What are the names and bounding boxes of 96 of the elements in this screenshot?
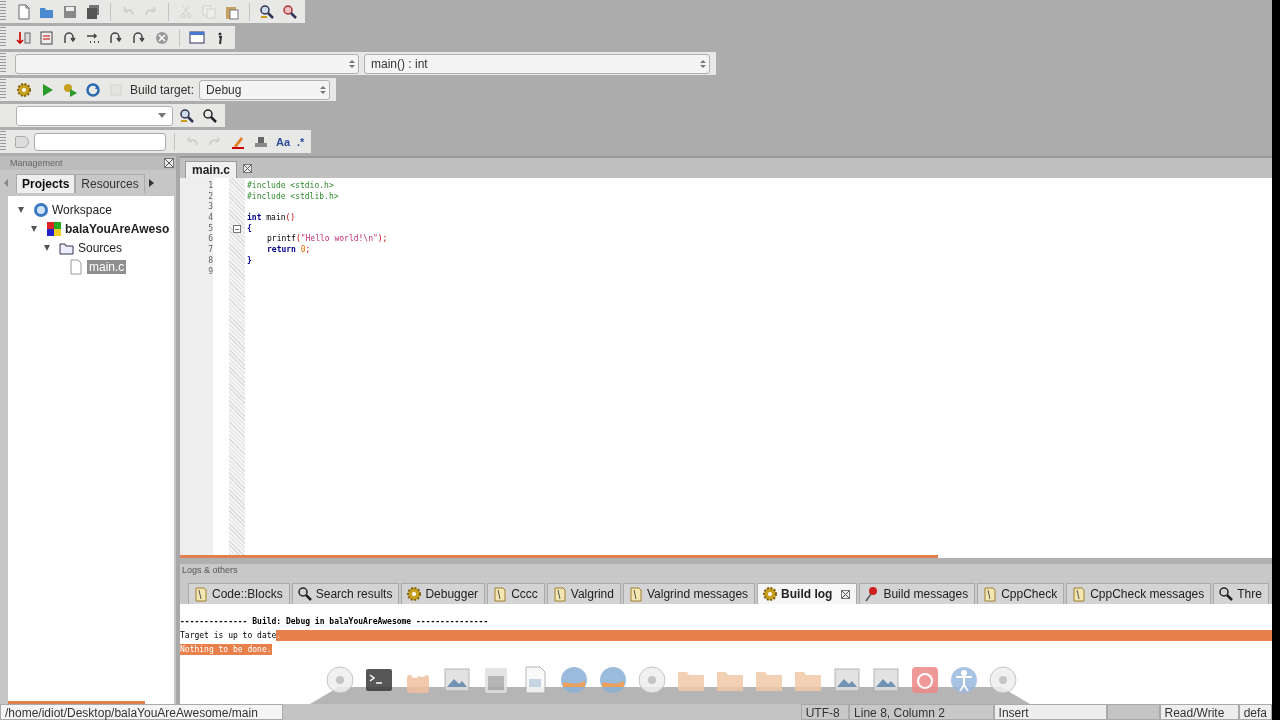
- note-icon: [492, 586, 509, 602]
- note-icon: [627, 586, 644, 602]
- scrollbar[interactable]: [180, 555, 938, 558]
- toolbar-button[interactable]: Aa: [275, 131, 292, 152]
- line-number: 1: [207, 181, 213, 192]
- symbol-dropdown[interactable]: main() : int: [364, 53, 710, 74]
- file-path: /home/idiot/Desktop/balaYouAreAwesome/main: [0, 704, 283, 720]
- disc-icon[interactable]: [325, 665, 355, 695]
- tab[interactable]: Valgrind messages: [622, 583, 756, 604]
- toolbar-grip[interactable]: [0, 53, 6, 74]
- tag-icon[interactable]: [15, 135, 29, 148]
- toolbar-grip[interactable]: [0, 131, 6, 152]
- close-icon[interactable]: [164, 158, 174, 168]
- tab[interactable]: Code::Blocks: [188, 583, 290, 604]
- spinner-icon[interactable]: [349, 59, 355, 68]
- line-number: 3: [207, 202, 213, 213]
- code-line: #include <stdlib.h>: [247, 191, 339, 201]
- panel-title: Logs & others: [181, 564, 239, 577]
- tab[interactable]: Cccc: [487, 583, 545, 604]
- power-icon[interactable]: [910, 665, 940, 695]
- status-field: defa: [1238, 704, 1272, 720]
- log-text: Nothing to be done.: [180, 644, 272, 655]
- toolbar-grip[interactable]: [0, 79, 6, 100]
- code-line: printf("Hello world!\n");: [267, 234, 388, 244]
- scope-dropdown[interactable]: [14, 53, 359, 74]
- gear-icon: [406, 586, 423, 602]
- tab[interactable]: Search results: [291, 583, 400, 604]
- toolbar-grip[interactable]: [0, 1, 6, 22]
- spinner-icon[interactable]: [320, 85, 327, 94]
- tab[interactable]: Debugger: [401, 583, 486, 604]
- code-line: }: [247, 255, 252, 265]
- note-icon: [551, 586, 568, 602]
- expanded-arrow-icon[interactable]: [44, 244, 50, 251]
- scroll-right-icon[interactable]: [148, 179, 154, 187]
- line-number: 2: [207, 191, 213, 202]
- log-text: .: [276, 630, 282, 641]
- line-number: 9: [207, 266, 213, 278]
- disc-icon[interactable]: [988, 665, 1018, 695]
- project-icon: [46, 220, 62, 237]
- scroll-left-icon[interactable]: [4, 179, 8, 187]
- tab[interactable]: Build log: [757, 583, 858, 604]
- globe-icon[interactable]: [598, 665, 628, 695]
- input-field[interactable]: [34, 132, 166, 151]
- build-target-dropdown[interactable]: Debug: [199, 79, 331, 100]
- dropdown-arrow-icon[interactable]: [158, 113, 166, 118]
- tab[interactable]: Valgrind: [546, 583, 621, 604]
- expanded-arrow-icon[interactable]: [31, 225, 37, 232]
- close-icon[interactable]: [841, 589, 851, 599]
- person-icon[interactable]: [949, 665, 979, 695]
- panel-title: Management: [10, 158, 63, 168]
- tab[interactable]: Projects: [16, 173, 76, 193]
- insert-mode-field: Insert: [993, 704, 1108, 720]
- note-icon: [1071, 586, 1088, 602]
- build-target-label: Build target:: [130, 82, 195, 97]
- code-line: #include <stdio.h>: [247, 181, 334, 190]
- code-editor[interactable]: 1 2 3 4 5 6 7 8 9 #include <stdio.h> #include <stdlib.h> int main() { printf("Hello world!\n"); return 0; }: [180, 178, 1272, 558]
- globe-icon: [33, 201, 49, 218]
- scrollbar[interactable]: [8, 701, 145, 704]
- tab[interactable]: Build messages: [859, 583, 976, 604]
- close-icon[interactable]: [243, 164, 252, 173]
- tree-item[interactable]: Sources: [78, 240, 123, 255]
- cursor-position: Line 8, Column 2: [849, 704, 994, 720]
- search-icon: [1218, 586, 1235, 602]
- expanded-arrow-icon[interactable]: [18, 206, 24, 213]
- toolbar-button[interactable]: .*: [296, 131, 306, 152]
- line-number: 5: [207, 223, 213, 234]
- line-number: 6: [207, 234, 213, 245]
- note-icon: [982, 586, 999, 602]
- access-field: Read/Write: [1159, 704, 1239, 720]
- disc-icon[interactable]: [637, 665, 667, 695]
- fold-icon[interactable]: [233, 225, 241, 234]
- line-number: 7: [207, 245, 213, 256]
- encoding-field: UTF-8: [800, 704, 850, 720]
- log-text: -------------- Build: Debug in balaYouAreAwesome ---------------: [180, 616, 489, 627]
- file-icon: [68, 258, 84, 275]
- toolbar-grip[interactable]: [0, 27, 6, 48]
- tree-item[interactable]: balaYouAreAweso: [65, 221, 170, 236]
- line-number: 8: [207, 255, 213, 267]
- tree-item[interactable]: Workspace: [52, 202, 112, 217]
- search-icon: [296, 586, 313, 602]
- note-icon: [193, 586, 209, 602]
- tab[interactable]: Resources: [75, 173, 145, 193]
- gear-icon: [762, 586, 779, 602]
- search-combo[interactable]: [16, 105, 173, 126]
- code-line: {: [247, 223, 252, 233]
- tab[interactable]: Thre: [1213, 583, 1269, 604]
- globe-icon[interactable]: [559, 665, 589, 695]
- tab[interactable]: CppCheck: [977, 583, 1065, 604]
- spinner-icon[interactable]: [700, 59, 706, 68]
- code-line: return 0;: [267, 245, 311, 255]
- tab[interactable]: CppCheck messages: [1066, 583, 1212, 604]
- editor-tab[interactable]: main.c: [185, 161, 237, 178]
- new-file-icon[interactable]: [15, 1, 33, 22]
- status-field: [1107, 704, 1160, 720]
- line-number: 4: [207, 213, 213, 224]
- code-line: int main(): [247, 213, 296, 223]
